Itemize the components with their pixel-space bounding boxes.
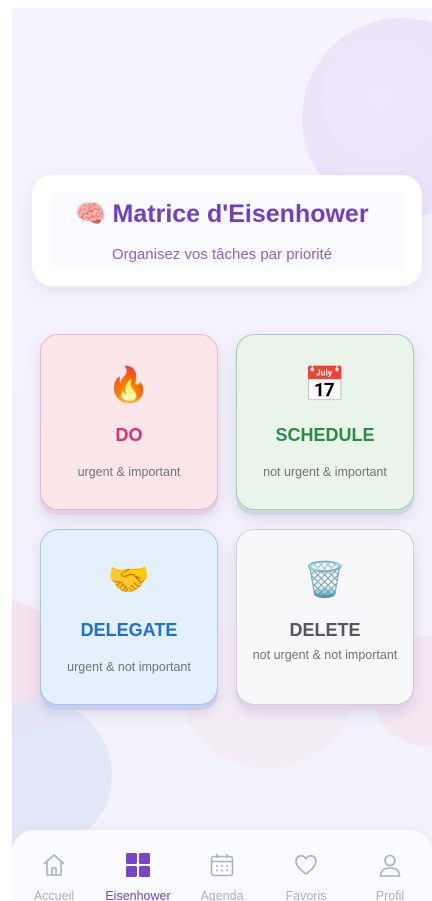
quadrant-delete-label: DELETE xyxy=(289,620,361,640)
quadrant-do[interactable]: 🔥 DO urgent & important xyxy=(40,334,218,510)
tab-favoris[interactable]: Favoris xyxy=(264,830,348,901)
quadrant-delete[interactable]: 🗑️ DELETE not urgent & not important xyxy=(236,529,414,705)
tab-eisenhower-label: Eisenhower xyxy=(105,889,171,901)
page-subtitle: Organisez vos tâches par priorité xyxy=(111,246,333,263)
header-card xyxy=(32,175,422,286)
brain-icon: 🧠 xyxy=(75,200,107,228)
tab-eisenhower[interactable]: Eisenhower xyxy=(96,830,180,901)
handshake-icon: 🤝 xyxy=(107,561,151,599)
app-screen: 🧠 Matrice d'Eisenhower Organisez vos tâch… xyxy=(12,8,432,901)
quadrant-delegate-label: DELEGATE xyxy=(80,620,178,640)
heart-icon xyxy=(264,852,348,880)
fire-icon: 🔥 xyxy=(107,366,151,404)
quadrant-delegate-description: urgent & not important xyxy=(67,660,191,674)
grid-icon xyxy=(96,852,180,880)
tab-profil[interactable]: Profil xyxy=(348,830,432,901)
background-blob xyxy=(12,700,112,850)
quadrant-do-label: DO xyxy=(115,425,143,445)
page-title-text: Matrice d'Eisenhower xyxy=(112,200,369,228)
page-title: 🧠 Matrice d'Eisenhower xyxy=(12,200,432,229)
home-icon xyxy=(12,852,96,880)
tab-profil-label: Profil xyxy=(375,889,405,901)
calendar-icon: 📅 xyxy=(303,366,347,404)
tab-agenda-label: Agenda xyxy=(200,889,244,901)
quadrant-delegate[interactable]: 🤝 DELEGATE urgent & not important xyxy=(40,529,218,705)
bottom-tab-bar: Accueil Eisenhower Agenda Favoris Profil xyxy=(12,830,432,901)
tab-accueil[interactable]: Accueil xyxy=(12,830,96,901)
trash-icon: 🗑️ xyxy=(303,561,347,599)
tab-agenda[interactable]: Agenda xyxy=(180,830,264,901)
quadrant-delete-description: not urgent & not important xyxy=(252,648,398,662)
user-icon xyxy=(348,852,432,880)
tab-accueil-label: Accueil xyxy=(33,889,75,901)
quadrant-do-description: urgent & important xyxy=(77,465,181,479)
quadrant-schedule-label: SCHEDULE xyxy=(275,425,375,445)
quadrant-schedule[interactable]: 📅 SCHEDULE not urgent & important xyxy=(236,334,414,510)
calendar-icon xyxy=(180,852,264,880)
quadrant-schedule-description: not urgent & important xyxy=(263,465,387,479)
tab-favoris-label: Favoris xyxy=(285,889,327,901)
